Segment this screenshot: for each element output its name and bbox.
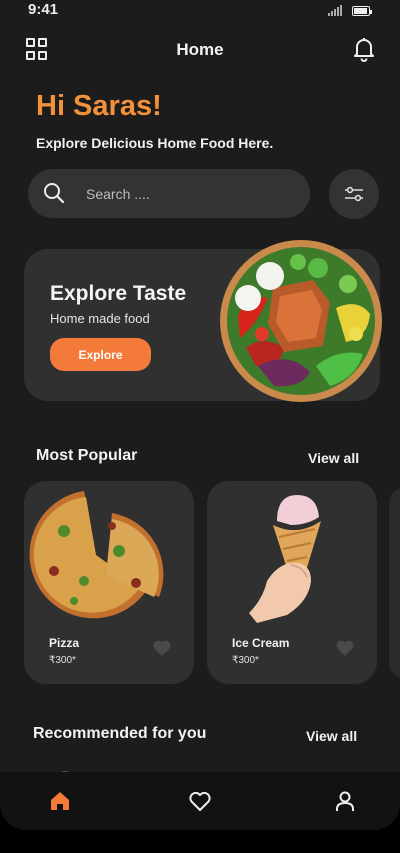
promo-title: Explore Taste	[50, 282, 187, 305]
favorite-heart-icon[interactable]	[152, 639, 172, 657]
app-header: Home	[0, 30, 400, 70]
food-card-ice-cream[interactable]: Ice Cream ₹300*	[207, 481, 377, 684]
search-icon	[44, 183, 65, 204]
filter-sliders-icon	[345, 186, 363, 202]
salad-bowl-image	[220, 240, 382, 402]
pizza-image	[29, 491, 164, 619]
heart-icon[interactable]	[188, 789, 212, 813]
favorite-heart-icon[interactable]	[335, 639, 355, 657]
signal-icon	[328, 5, 342, 16]
status-bar: 9:41	[0, 0, 400, 22]
most-popular-title: Most Popular	[36, 447, 138, 464]
greeting-subtitle: Explore Delicious Home Food Here.	[36, 135, 274, 151]
promo-subtitle: Home made food	[50, 311, 150, 326]
search-input[interactable]	[86, 169, 296, 218]
food-name: Pizza	[49, 636, 80, 650]
food-name: Ice Cream	[232, 636, 290, 650]
ice-cream-image	[249, 495, 321, 623]
bottom-navigation	[0, 772, 400, 830]
battery-icon	[352, 5, 372, 16]
recommended-view-all-link[interactable]: View all	[306, 728, 357, 744]
food-card-peek[interactable]	[389, 488, 400, 678]
status-time: 9:41	[28, 1, 59, 18]
home-icon[interactable]	[48, 789, 72, 813]
food-card-pizza[interactable]: Pizza ₹300*	[24, 481, 194, 684]
recommended-title: Recommended for you	[33, 725, 207, 742]
page-title: Home	[176, 40, 224, 59]
phone-screen: 9:41 Home Hi Saras! Explore Delicious Ho…	[0, 0, 400, 830]
notification-bell-icon[interactable]	[352, 36, 376, 62]
greeting-heading: Hi Saras!	[36, 90, 162, 122]
most-popular-view-all-link[interactable]: View all	[308, 450, 359, 466]
search-bar[interactable]	[28, 169, 310, 218]
food-price: ₹300*	[232, 655, 259, 666]
explore-button[interactable]: Explore	[50, 338, 151, 371]
filter-button[interactable]	[329, 169, 379, 219]
status-icons	[328, 5, 372, 16]
profile-icon[interactable]	[333, 789, 357, 813]
food-price: ₹300*	[49, 655, 76, 666]
